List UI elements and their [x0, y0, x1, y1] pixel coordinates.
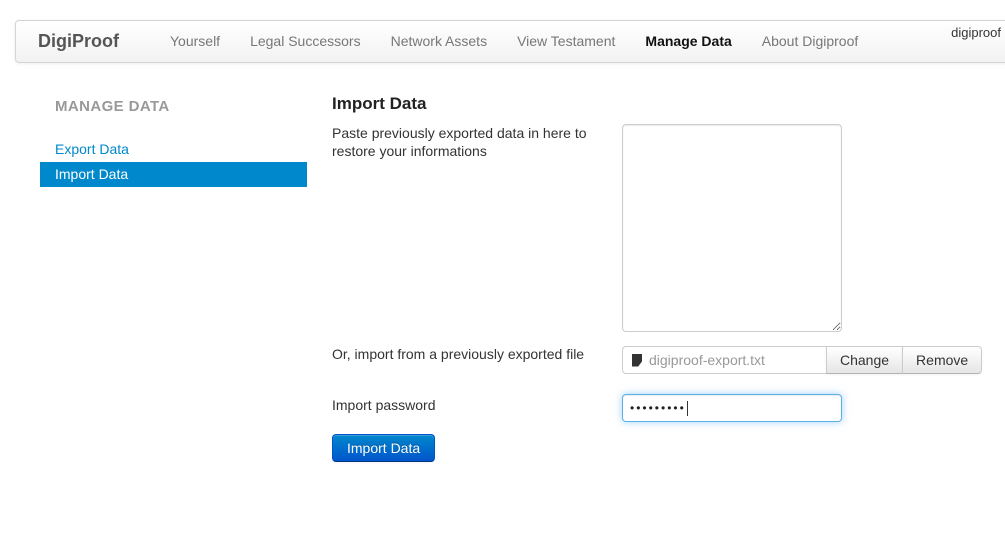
- password-masked-value: •••••••••: [630, 402, 686, 414]
- page-title: Import Data: [332, 94, 426, 114]
- brand-logo[interactable]: DigiProof: [16, 31, 141, 52]
- sidebar-heading: MANAGE DATA: [40, 98, 307, 115]
- file-icon: [632, 354, 642, 367]
- file-input-group: digiproof-export.txt Change Remove: [622, 346, 982, 374]
- change-file-button[interactable]: Change: [826, 346, 903, 374]
- sidebar-item-export-data[interactable]: Export Data: [40, 137, 307, 162]
- sidebar-item-import-data[interactable]: Import Data: [40, 162, 307, 187]
- nav-item-yourself[interactable]: Yourself: [155, 21, 235, 62]
- import-data-submit-button[interactable]: Import Data: [332, 434, 435, 462]
- remove-file-button[interactable]: Remove: [902, 346, 982, 374]
- import-password-label: Import password: [332, 396, 435, 414]
- import-password-input[interactable]: •••••••••: [622, 394, 842, 422]
- selected-file-well[interactable]: digiproof-export.txt: [622, 346, 827, 374]
- paste-data-label: Paste previously exported data in here t…: [332, 124, 604, 160]
- text-caret: [687, 401, 688, 416]
- main-content: Import Data Paste previously exported da…: [332, 0, 1002, 539]
- paste-data-textarea[interactable]: [622, 124, 842, 332]
- import-file-label: Or, import from a previously exported fi…: [332, 345, 584, 363]
- sidebar: MANAGE DATA Export Data Import Data: [40, 98, 307, 187]
- selected-file-name: digiproof-export.txt: [649, 352, 765, 368]
